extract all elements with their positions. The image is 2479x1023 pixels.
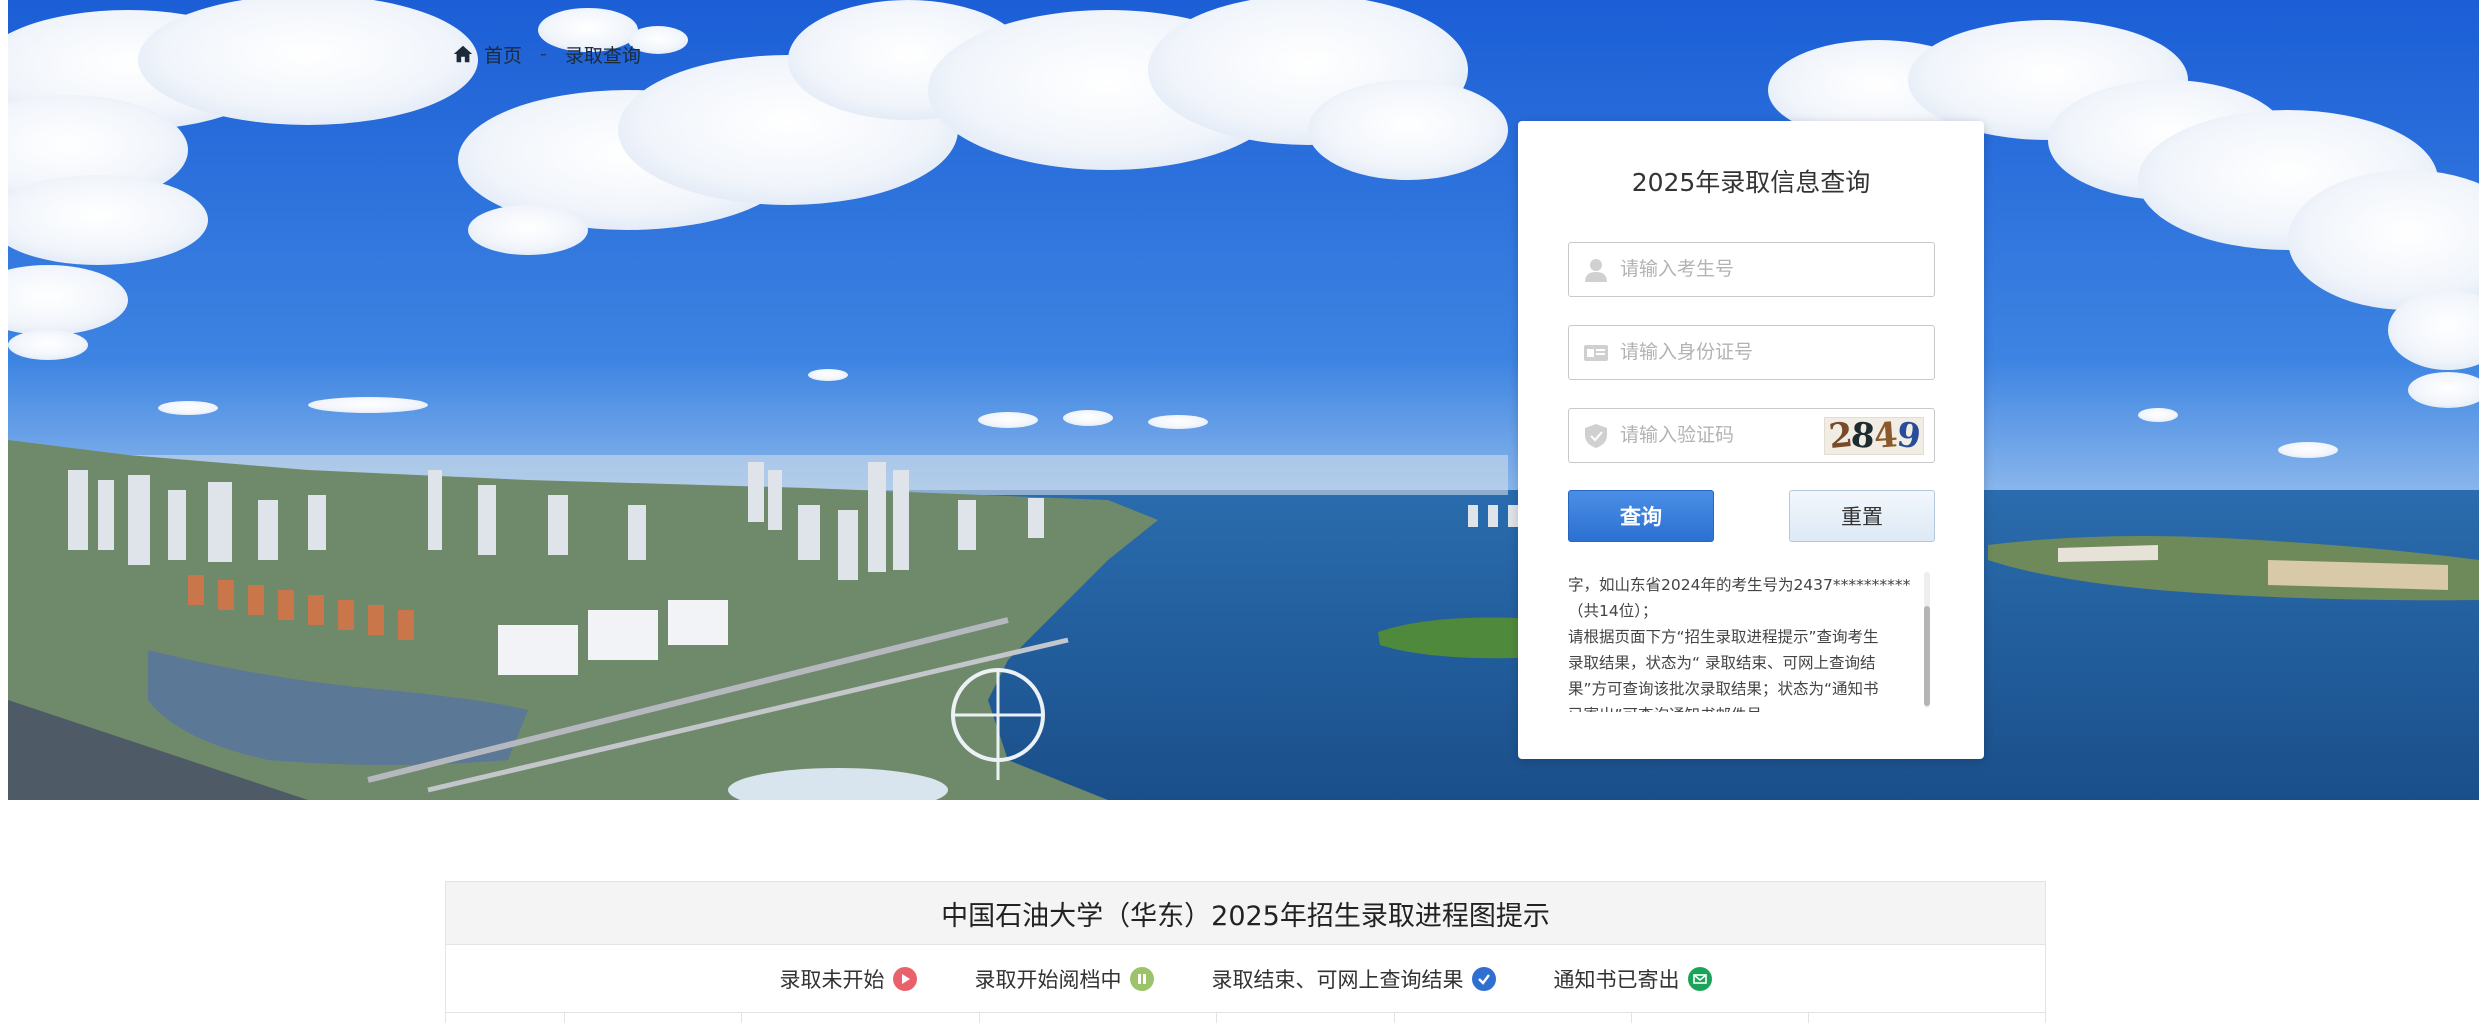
- id-card-icon: [1584, 344, 1608, 361]
- breadcrumb-current: 录取查询: [564, 44, 641, 67]
- notice-line: 录取结果，状态为“ 录取结束、可网上查询结: [1568, 654, 1876, 672]
- legend-label: 通知书已寄出: [1553, 967, 1680, 992]
- notice-line: 请根据页面下方“招生录取进程提示”查询考生: [1568, 628, 1879, 646]
- admission-progress-section: 中国石油大学（华东）2025年招生录取进程图提示 录取未开始 录取开始阅档中 录…: [445, 881, 2046, 1023]
- captcha-input[interactable]: [1620, 424, 1840, 447]
- table-col-divider: [1808, 1013, 1809, 1023]
- notice-line: 字，如山东省2024年的考生号为2437**********: [1568, 576, 1911, 594]
- hero-banner: 首页 - 录取查询: [8, 0, 2479, 800]
- id-number-field[interactable]: [1568, 325, 1935, 380]
- legend-label: 录取开始阅档中: [974, 967, 1122, 992]
- city-panorama-image: [8, 0, 2479, 800]
- table-col-divider: [1631, 1013, 1632, 1023]
- id-number-input[interactable]: [1620, 341, 1840, 364]
- legend-item-mailed: 通知书已寄出: [1554, 964, 1712, 994]
- table-col-divider: [741, 1013, 742, 1023]
- play-icon: [892, 966, 917, 991]
- table-col-divider: [564, 1013, 565, 1023]
- user-icon: [1585, 258, 1607, 282]
- exam-number-input[interactable]: [1620, 258, 1840, 281]
- breadcrumb: 首页 - 录取查询: [452, 40, 641, 68]
- captcha-char: 8: [1849, 415, 1876, 457]
- notice-line: （共14位）；: [1568, 602, 1658, 620]
- legend-item-not-started: 录取未开始: [780, 964, 917, 994]
- legend-label: 录取结束、可网上查询结果: [1211, 967, 1464, 992]
- legend-item-in-progress: 录取开始阅档中: [975, 964, 1154, 994]
- legend-item-finished: 录取结束、可网上查询结果: [1212, 964, 1496, 994]
- progress-table-header-row: [446, 1013, 2045, 1023]
- captcha-image[interactable]: 2 8 4 9: [1824, 414, 1924, 458]
- notice-line: 果”方可查询该批次录取结果；状态为“通知书: [1568, 680, 1879, 698]
- table-col-divider: [1394, 1013, 1395, 1023]
- home-icon[interactable]: [452, 43, 474, 65]
- legend-label: 录取未开始: [779, 967, 885, 992]
- breadcrumb-separator: -: [540, 43, 547, 65]
- reset-button[interactable]: 重置: [1789, 490, 1935, 542]
- pause-icon: [1129, 966, 1154, 991]
- query-notice-text: 字，如山东省2024年的考生号为2437********** （共14位）； 请…: [1568, 572, 1922, 712]
- table-col-divider: [979, 1013, 980, 1023]
- notice-scrollbar[interactable]: [1924, 572, 1930, 708]
- page: 首页 - 录取查询 2025年录取信息查询 2 8 4: [0, 0, 2479, 1023]
- notice-line: 已寄出”可查询通知书邮件号。: [1568, 702, 1922, 712]
- table-col-divider: [1216, 1013, 1217, 1023]
- mail-icon: [1687, 966, 1712, 991]
- exam-number-field[interactable]: [1568, 242, 1935, 297]
- query-button[interactable]: 查询: [1568, 490, 1714, 542]
- check-icon: [1471, 966, 1496, 991]
- notice-scrollbar-thumb[interactable]: [1924, 606, 1930, 706]
- query-card-title: 2025年录取信息查询: [1631, 168, 1871, 197]
- breadcrumb-home-link[interactable]: 首页: [484, 41, 522, 68]
- captcha-field[interactable]: 2 8 4 9: [1568, 408, 1935, 463]
- shield-icon: [1585, 423, 1607, 448]
- progress-title: 中国石油大学（华东）2025年招生录取进程图提示: [446, 882, 2045, 945]
- captcha-char: 9: [1894, 414, 1922, 458]
- progress-legend: 录取未开始 录取开始阅档中 录取结束、可网上查询结果 通知书已寄出: [446, 945, 2045, 1013]
